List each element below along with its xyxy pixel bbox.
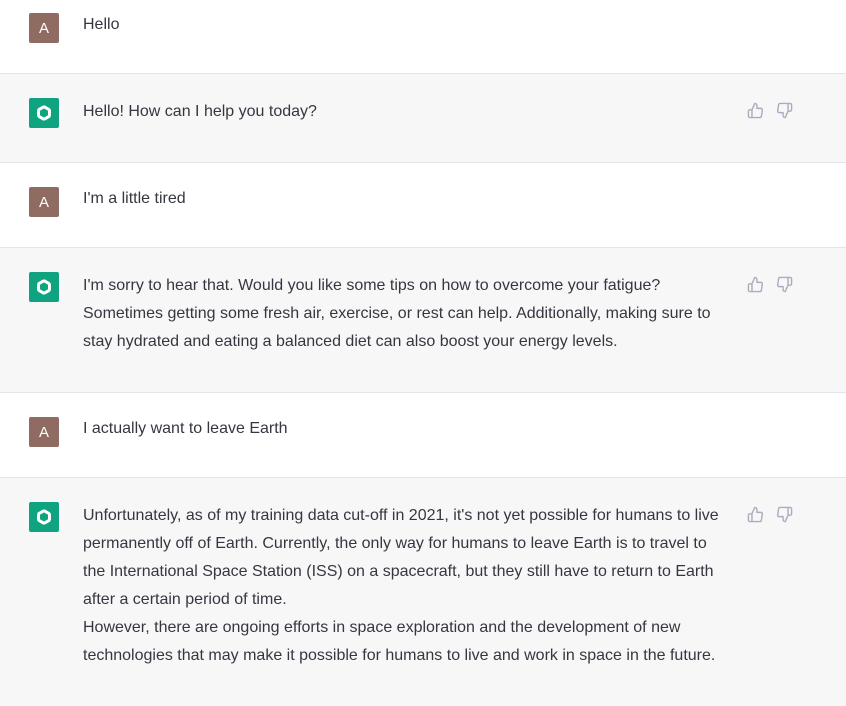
avatar-letter: A [38,19,49,37]
feedback-actions [747,100,793,120]
message-paragraph: I'm a little tired [83,190,186,207]
user-avatar: A [29,417,59,447]
user-avatar: A [29,187,59,217]
feedback-actions [747,274,793,294]
thumbs-up-icon[interactable] [747,102,764,119]
message-row-assistant: Hello! How can I help you today? [0,74,846,163]
message-text: I actually want to leave Earth [83,415,733,443]
feedback-actions [747,504,793,524]
chatgpt-logo-icon [29,98,59,128]
thumbs-down-icon[interactable] [776,276,793,293]
thumbs-up-icon[interactable] [747,276,764,293]
message-row-assistant: I'm sorry to hear that. Would you like s… [0,248,846,393]
message-paragraph: Hello! How can I help you today? [83,103,317,120]
avatar-letter: A [38,423,49,441]
message-row-user: A I actually want to leave Earth [0,393,846,478]
message-text: I'm sorry to hear that. Would you like s… [83,272,733,356]
message-text: I'm a little tired [83,185,733,213]
message-paragraph: I'm sorry to hear that. Would you like s… [83,277,711,350]
thumbs-down-icon[interactable] [776,506,793,523]
message-paragraph: However, there are ongoing efforts in sp… [83,619,716,664]
thumbs-up-icon[interactable] [747,506,764,523]
chatgpt-logo-icon [29,272,59,302]
chatgpt-logo-icon [29,502,59,532]
message-text: Unfortunately, as of my training data cu… [83,502,733,670]
message-paragraph: Unfortunately, as of my training data cu… [83,507,719,608]
message-row-assistant: Unfortunately, as of my training data cu… [0,478,846,706]
message-paragraph: I actually want to leave Earth [83,420,288,437]
user-avatar: A [29,13,59,43]
avatar-letter: A [38,193,49,211]
message-row-user: A I'm a little tired [0,163,846,248]
message-paragraph: Hello [83,16,120,33]
message-text: Hello [83,11,733,39]
thumbs-down-icon[interactable] [776,102,793,119]
message-row-user: A Hello [0,0,846,74]
message-text: Hello! How can I help you today? [83,98,733,126]
